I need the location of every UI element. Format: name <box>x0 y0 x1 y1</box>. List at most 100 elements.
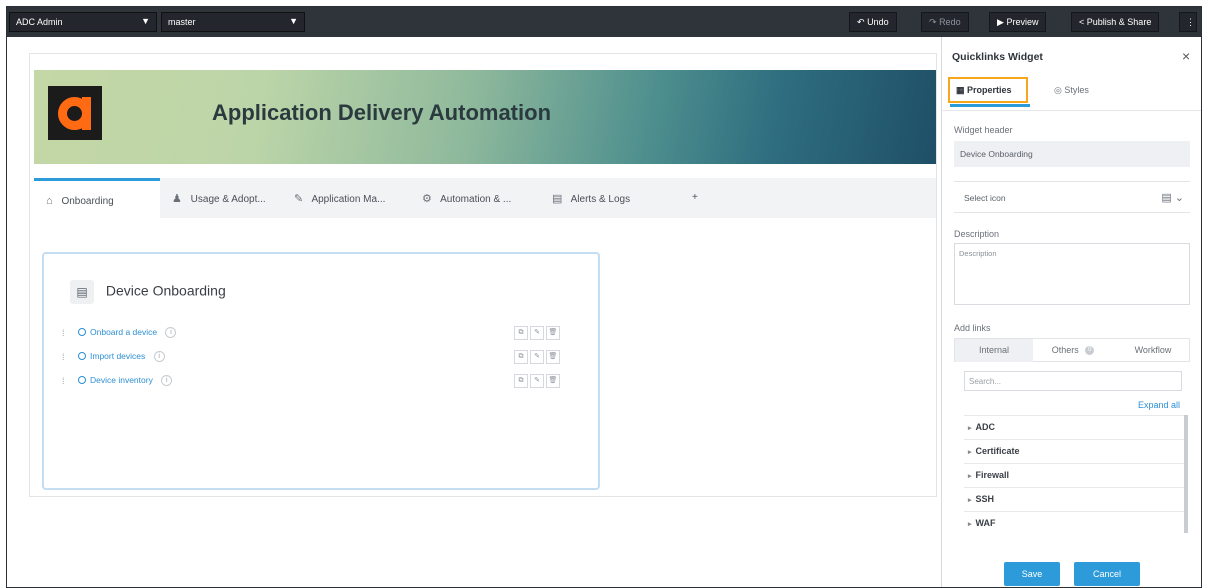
cancel-button[interactable]: Cancel <box>1074 562 1140 586</box>
tab-workflow[interactable]: Workflow <box>1117 339 1189 362</box>
palette-icon: ◎ <box>1054 85 1062 95</box>
undo-label: Undo <box>867 17 889 27</box>
app-select[interactable]: ADC Admin ▼ <box>9 12 157 32</box>
description-textarea[interactable]: Description <box>954 243 1190 305</box>
drag-handle-icon[interactable]: ⁞ <box>62 352 65 362</box>
list-item: ⁞ Device inventory i ⧉ ✎ 🗑 <box>62 374 582 390</box>
undo-button[interactable]: ↶ Undo <box>849 12 897 32</box>
more-button[interactable]: ⋮ <box>1179 12 1197 32</box>
preview-button[interactable]: ▶ Preview <box>989 12 1047 32</box>
tree-scrollbar[interactable] <box>1184 415 1188 533</box>
tab-label: Alerts & Logs <box>570 194 631 205</box>
more-icon: ⋮ <box>1186 17 1195 27</box>
chevron-down-icon: ▼ <box>141 16 150 26</box>
document-icon: ▤ ⌄ <box>1161 192 1184 204</box>
save-button[interactable]: Save <box>1004 562 1060 586</box>
widget-title-text: Device Onboarding <box>105 282 226 299</box>
info-icon[interactable]: i <box>153 351 165 363</box>
link-onboard-device[interactable]: Onboard a device <box>90 327 157 337</box>
expand-all-link[interactable]: Expand all <box>1138 400 1180 410</box>
info-icon[interactable]: i <box>165 327 177 339</box>
app-logo <box>48 86 102 140</box>
quicklinks-widget[interactable]: ▤ Device Onboarding ⁞ Onboard a device i… <box>42 252 600 490</box>
app-select-value: ADC Admin <box>16 17 63 27</box>
branch-select-value: master <box>168 17 196 27</box>
delete-icon[interactable]: 🗑 <box>546 326 560 340</box>
select-icon-label: Select icon <box>964 193 1006 203</box>
caret-right-icon: ▸ <box>968 521 972 528</box>
redo-button[interactable]: ↷ Redo <box>921 12 969 32</box>
play-icon: ▶ <box>997 17 1004 27</box>
app-window: ADC Admin ▼ master ▼ ↶ Undo ↷ Redo ▶ Pre… <box>6 6 1202 588</box>
tab-alerts-logs[interactable]: ▤ Alerts & Logs <box>540 178 664 218</box>
link-import-devices[interactable]: Import devices <box>90 351 145 361</box>
panel-title: Quicklinks Widget <box>952 51 1043 63</box>
widget-header-label: Widget header <box>954 125 1013 135</box>
publish-share-button[interactable]: < Publish & Share <box>1071 12 1160 32</box>
redo-icon: ↷ <box>929 17 937 27</box>
log-icon: ▤ <box>552 193 563 205</box>
dashboard-tabs: ⌂ Onboarding ♟ Usage & Adopt... ✎ Applic… <box>34 178 936 218</box>
chevron-down-icon: ▼ <box>289 16 298 26</box>
tree-item-firewall[interactable]: ▸ Firewall <box>964 463 1188 487</box>
gear-icon: ⚙ <box>422 193 432 205</box>
preview-label: Preview <box>1006 17 1039 27</box>
copy-icon[interactable]: ⧉ <box>514 350 528 364</box>
edit-icon[interactable]: ✎ <box>530 326 544 340</box>
tab-internal[interactable]: Internal <box>955 339 1033 362</box>
links-tree: ▸ ADC ▸ Certificate ▸ Firewall ▸ SSH ▸ WAF <box>964 415 1188 533</box>
delete-icon[interactable]: 🗑 <box>546 374 560 388</box>
tab-styles-label: Styles <box>1064 85 1089 95</box>
copy-icon[interactable]: ⧉ <box>514 374 528 388</box>
widget-properties-panel: Quicklinks Widget × ▦ Properties ◎ Style… <box>941 37 1201 587</box>
tab-onboarding[interactable]: ⌂ Onboarding <box>34 178 160 218</box>
edit-icon[interactable]: ✎ <box>530 350 544 364</box>
tab-application-management[interactable]: ✎ Application Ma... <box>282 178 410 218</box>
tree-item-adc[interactable]: ▸ ADC <box>964 415 1188 439</box>
caret-right-icon: ▸ <box>968 425 972 432</box>
link-device-inventory[interactable]: Device inventory <box>90 375 153 385</box>
list-item: ⁞ Import devices i ⧉ ✎ 🗑 <box>62 350 582 366</box>
others-count-badge: 0 <box>1085 346 1095 356</box>
link-bullet-icon <box>78 376 86 384</box>
description-label: Description <box>954 229 1000 239</box>
select-icon-field[interactable]: Select icon ▤ ⌄ <box>954 181 1190 213</box>
copy-icon[interactable]: ⧉ <box>514 326 528 340</box>
widget-title: ▤ Device Onboarding <box>70 280 226 304</box>
properties-icon: ▦ <box>956 85 965 95</box>
branch-select[interactable]: master ▼ <box>161 12 305 32</box>
add-tab-button[interactable]: + <box>664 178 936 218</box>
caret-right-icon: ▸ <box>968 497 972 504</box>
widget-header-input[interactable]: Device Onboarding <box>954 141 1190 167</box>
tab-properties-label: Properties <box>967 85 1012 95</box>
tree-item-certificate[interactable]: ▸ Certificate <box>964 439 1188 463</box>
caret-right-icon: ▸ <box>968 473 972 480</box>
tab-label: Usage & Adopt... <box>190 194 266 205</box>
drag-handle-icon[interactable]: ⁞ <box>62 376 65 386</box>
tab-automation[interactable]: ⚙ Automation & ... <box>410 178 540 218</box>
tree-item-ssh[interactable]: ▸ SSH <box>964 487 1188 511</box>
undo-icon: ↶ <box>857 17 865 27</box>
tab-usage-adoption[interactable]: ♟ Usage & Adopt... <box>160 178 282 218</box>
header-banner: Application Delivery Automation <box>34 70 936 164</box>
info-icon[interactable]: i <box>161 375 173 387</box>
tab-properties[interactable]: ▦ Properties <box>948 77 1030 107</box>
delete-icon[interactable]: 🗑 <box>546 350 560 364</box>
close-icon[interactable]: × <box>1182 48 1190 64</box>
tree-item-waf[interactable]: ▸ WAF <box>964 511 1188 533</box>
edit-icon[interactable]: ✎ <box>530 374 544 388</box>
link-bullet-icon <box>78 352 86 360</box>
plus-icon: + <box>692 192 698 203</box>
tab-others[interactable]: Others 0 <box>1033 339 1117 362</box>
tab-label: Application Ma... <box>311 194 386 205</box>
caret-right-icon: ▸ <box>968 449 972 456</box>
add-links-label: Add links <box>954 323 991 333</box>
link-source-tabs: Internal Others 0 Workflow <box>954 338 1190 362</box>
links-search-input[interactable]: Search... <box>964 371 1182 391</box>
share-icon: < <box>1079 17 1085 27</box>
redo-label: Redo <box>939 17 961 27</box>
dashboard-canvas: Application Delivery Automation ⌂ Onboar… <box>29 53 937 497</box>
document-icon: ▤ <box>70 280 94 304</box>
tab-styles[interactable]: ◎ Styles <box>1054 85 1089 96</box>
drag-handle-icon[interactable]: ⁞ <box>62 328 65 338</box>
